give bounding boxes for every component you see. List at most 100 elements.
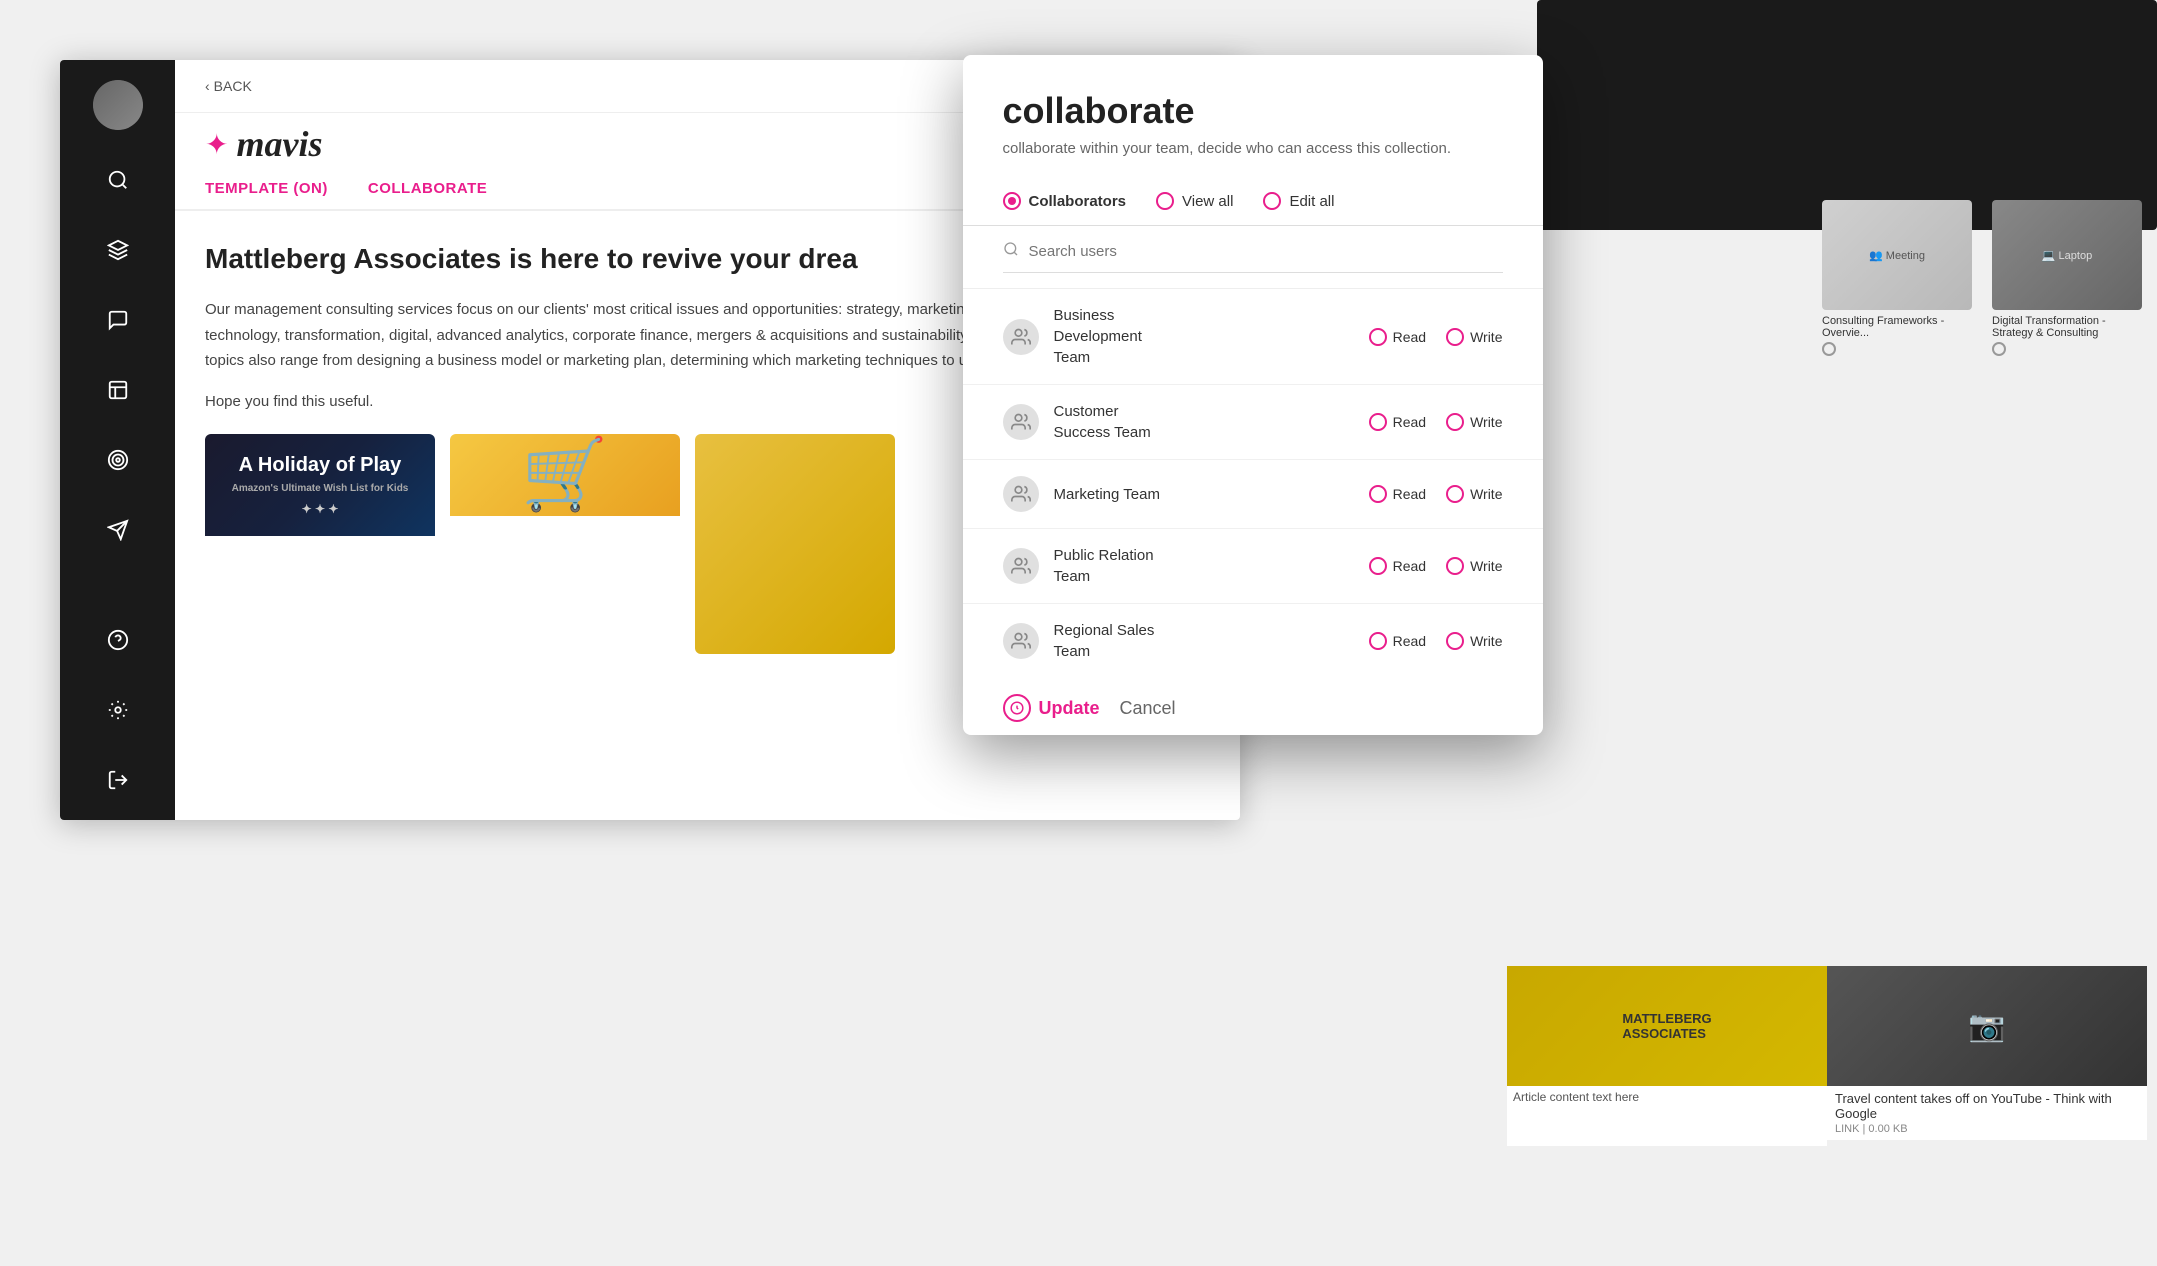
user-row-marketing: Marketing Team Read Write <box>963 460 1543 529</box>
regional-sales-read-radio[interactable] <box>1369 632 1387 650</box>
read-label: Read <box>1393 329 1426 345</box>
user-row-business-dev: BusinessDevelopmentTeam Read Write <box>963 289 1543 385</box>
modal-title: collaborate <box>1003 90 1503 132</box>
customer-success-write-radio[interactable] <box>1446 413 1464 431</box>
bottom-card-travel: 📷 Travel content takes off on YouTube - … <box>1827 966 2147 1146</box>
bottom-right-area: MATTLEBERGASSOCIATES Article content tex… <box>1507 966 2147 1146</box>
sidebar-chat-icon[interactable] <box>98 300 138 340</box>
marketing-read[interactable]: Read <box>1369 485 1426 503</box>
consulting-card-1-label: Consulting Frameworks - Overvie... <box>1822 315 1977 339</box>
collaborators-tab-label: Collaborators <box>1029 193 1127 210</box>
logo-text: mavis <box>236 123 322 165</box>
collaborate-modal: collaborate collaborate within your team… <box>963 55 1543 735</box>
write-label-4: Write <box>1470 558 1502 574</box>
sidebar-send-icon[interactable] <box>98 510 138 550</box>
pr-write-radio[interactable] <box>1446 557 1464 575</box>
back-label: BACK <box>214 78 252 94</box>
business-dev-write-radio[interactable] <box>1446 328 1464 346</box>
logo-bird-icon: ✦ <box>205 128 228 161</box>
modal-search-area <box>963 226 1543 289</box>
editall-radio[interactable] <box>1263 192 1281 210</box>
sidebar-help-icon[interactable] <box>98 620 138 660</box>
modal-subtitle: collaborate within your team, decide who… <box>1003 140 1503 157</box>
shopping-card: 🛒 <box>450 434 680 654</box>
travel-card-title: Travel content takes off on YouTube - Th… <box>1835 1091 2139 1121</box>
dark-background-window <box>1537 0 2157 230</box>
regional-sales-write[interactable]: Write <box>1446 632 1502 650</box>
sidebar-target-icon[interactable] <box>98 440 138 480</box>
modal-tab-viewall[interactable]: View all <box>1156 192 1233 210</box>
read-label-5: Read <box>1393 633 1426 649</box>
customer-success-read[interactable]: Read <box>1369 413 1426 431</box>
customer-success-write[interactable]: Write <box>1446 413 1502 431</box>
modal-tab-collaborators[interactable]: Collaborators <box>1003 192 1127 210</box>
amazon-headline: A Holiday of Play <box>239 454 402 477</box>
modal-tabs: Collaborators View all Edit all <box>963 177 1543 226</box>
sidebar-book-icon[interactable] <box>98 370 138 410</box>
pr-write[interactable]: Write <box>1446 557 1502 575</box>
regional-sales-read[interactable]: Read <box>1369 632 1426 650</box>
regional-sales-name: Regional SalesTeam <box>1054 620 1369 662</box>
marketing-read-radio[interactable] <box>1369 485 1387 503</box>
marketing-permissions: Read Write <box>1369 485 1503 503</box>
update-button[interactable]: Update <box>1003 694 1100 722</box>
business-dev-read[interactable]: Read <box>1369 328 1426 346</box>
pr-name: Public RelationTeam <box>1054 545 1369 587</box>
tab-collaborate[interactable]: COLLABORATE <box>368 180 487 209</box>
amazon-card: A Holiday of Play Amazon's Ultimate Wish… <box>205 434 435 654</box>
search-input-wrap <box>1003 241 1503 273</box>
right-panel-cards: 👥 Meeting Consulting Frameworks - Overvi… <box>1822 200 2147 356</box>
third-card <box>695 434 895 654</box>
viewall-tab-label: View all <box>1182 193 1233 210</box>
sidebar-layers-icon[interactable] <box>98 230 138 270</box>
customer-success-read-radio[interactable] <box>1369 413 1387 431</box>
marketing-write[interactable]: Write <box>1446 485 1502 503</box>
back-arrow-icon: ‹ <box>205 78 210 94</box>
avatar[interactable] <box>93 80 143 130</box>
read-label-4: Read <box>1393 558 1426 574</box>
business-dev-read-radio[interactable] <box>1369 328 1387 346</box>
sidebar-search-icon[interactable] <box>98 160 138 200</box>
read-label-2: Read <box>1393 414 1426 430</box>
sidebar-settings-icon[interactable] <box>98 690 138 730</box>
user-row-regional-sales: Regional SalesTeam Read Write <box>963 604 1543 669</box>
marketing-name: Marketing Team <box>1054 484 1369 505</box>
write-label-3: Write <box>1470 486 1502 502</box>
collaborators-radio[interactable] <box>1003 192 1021 210</box>
regional-sales-permissions: Read Write <box>1369 632 1503 650</box>
update-btn-circle-icon <box>1003 694 1031 722</box>
pr-read[interactable]: Read <box>1369 557 1426 575</box>
customer-success-avatar <box>1003 404 1039 440</box>
marketing-write-radio[interactable] <box>1446 485 1464 503</box>
amazon-sub: Amazon's Ultimate Wish List for Kids <box>232 483 409 494</box>
read-label-3: Read <box>1393 486 1426 502</box>
sidebar-export-icon[interactable] <box>98 760 138 800</box>
back-link[interactable]: ‹ BACK <box>205 78 252 94</box>
user-row-customer-success: CustomerSuccess Team Read Write <box>963 385 1543 460</box>
pr-read-radio[interactable] <box>1369 557 1387 575</box>
marketing-avatar <box>1003 476 1039 512</box>
modal-tab-editall[interactable]: Edit all <box>1263 192 1334 210</box>
travel-card-meta: LINK | 0.00 KB <box>1835 1123 2139 1135</box>
shopping-cart-icon: 🛒 <box>521 434 608 516</box>
amazon-image: A Holiday of Play Amazon's Ultimate Wish… <box>205 434 435 536</box>
consulting-card-2[interactable]: 💻 Laptop Digital Transformation - Strate… <box>1992 200 2147 356</box>
modal-header: collaborate collaborate within your team… <box>963 55 1543 177</box>
write-label-2: Write <box>1470 414 1502 430</box>
business-dev-write[interactable]: Write <box>1446 328 1502 346</box>
pr-permissions: Read Write <box>1369 557 1503 575</box>
cancel-button[interactable]: Cancel <box>1120 698 1176 719</box>
search-users-input[interactable] <box>1029 243 1503 260</box>
tab-template[interactable]: TEMPLATE (ON) <box>205 180 328 209</box>
modal-footer: Update Cancel <box>963 669 1543 735</box>
consulting-card-1[interactable]: 👥 Meeting Consulting Frameworks - Overvi… <box>1822 200 1977 356</box>
user-list: BusinessDevelopmentTeam Read Write <box>963 289 1543 669</box>
update-label: Update <box>1039 698 1100 719</box>
business-dev-permissions: Read Write <box>1369 328 1503 346</box>
customer-success-permissions: Read Write <box>1369 413 1503 431</box>
editall-tab-label: Edit all <box>1289 193 1334 210</box>
shopping-image: 🛒 <box>450 434 680 516</box>
viewall-radio[interactable] <box>1156 192 1174 210</box>
user-row-pr: Public RelationTeam Read Write <box>963 529 1543 604</box>
regional-sales-write-radio[interactable] <box>1446 632 1464 650</box>
